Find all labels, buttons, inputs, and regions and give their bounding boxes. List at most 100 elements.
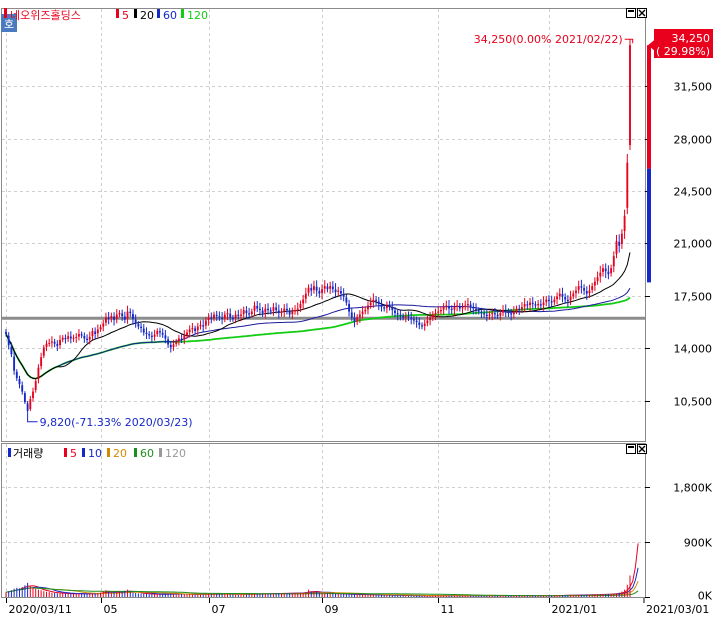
candle-body (196, 326, 199, 331)
candle-body (253, 305, 256, 311)
candle-body (510, 313, 513, 315)
candle-body (364, 310, 367, 312)
candle-body (296, 308, 299, 310)
last-price-tag: 34,250 ( 29.98%) (648, 29, 713, 58)
volume-axis: 0K 900K 1,800K (645, 482, 713, 603)
candle-body (145, 332, 148, 334)
ma60-legend: 60 (163, 9, 177, 22)
candle-body (142, 328, 145, 333)
ma60-swatch (157, 9, 160, 18)
candle-body (221, 317, 224, 320)
candle-body (48, 342, 51, 344)
range-strip-up (647, 45, 651, 169)
candle-body (521, 307, 523, 310)
candle-body (13, 356, 16, 371)
candle-body (485, 314, 488, 317)
volume-legend-swatch (8, 448, 11, 457)
candle-body (10, 346, 13, 355)
candle-body (140, 326, 143, 329)
candle-body (234, 314, 237, 319)
candle-body (558, 293, 561, 297)
ma120-swatch (181, 9, 184, 18)
candle-body (5, 331, 7, 334)
candle-body (475, 308, 477, 311)
last-price-change: ( 29.98%) (656, 45, 710, 58)
chart-canvas[interactable]: 10,500 14,000 17,500 21,000 24,500 28,000 31,5… (0, 0, 715, 621)
candle-body (169, 344, 172, 348)
candle-body (188, 329, 191, 333)
volume-panel-close-button[interactable] (637, 444, 647, 454)
candle-body (334, 289, 337, 293)
candle-body (304, 293, 307, 299)
candle-body (132, 313, 134, 320)
candle-body (59, 339, 61, 346)
candle-body (431, 314, 434, 318)
candle-body (321, 289, 323, 293)
candle-body (110, 316, 113, 319)
candle-body (610, 268, 613, 274)
candle-body (593, 281, 596, 286)
candle-body (453, 307, 456, 310)
candle-body (121, 313, 124, 317)
candle-body (61, 337, 64, 340)
candle-body (566, 299, 569, 302)
candle-body (77, 334, 80, 337)
candle-body (26, 403, 29, 411)
candle-body (466, 304, 469, 306)
candle-body (123, 316, 126, 320)
candle-body (242, 310, 245, 314)
candle-body (615, 241, 618, 254)
candle-body (534, 304, 537, 306)
ma20-swatch (134, 9, 137, 18)
ma60-line (5, 287, 631, 380)
candle-body (399, 314, 402, 317)
candle-body (245, 310, 248, 314)
candle-body (577, 286, 580, 290)
vol-ma20-swatch (107, 448, 110, 457)
candle-body (280, 311, 283, 313)
candle-body (445, 305, 448, 307)
candle-body (99, 327, 102, 330)
candle-body (383, 307, 386, 309)
vol-ma5-legend: 5 (70, 447, 77, 460)
date-tick-label: 09 (325, 603, 339, 616)
candle-body (86, 338, 88, 340)
price-tick-label: 24,500 (674, 186, 713, 199)
price-tick-label: 31,500 (674, 81, 713, 94)
candle-body (313, 286, 315, 290)
candle-body (337, 290, 340, 292)
ma120-legend: 120 (187, 9, 208, 22)
candle-body (288, 310, 291, 315)
candle-body (277, 310, 280, 314)
volume-tick-label: 900K (684, 537, 713, 550)
candle-body (396, 313, 399, 315)
vol-ma120-swatch (159, 448, 162, 457)
candle-body (302, 299, 305, 304)
ma5-swatch (116, 9, 119, 18)
candle-body (369, 302, 372, 306)
candle-body (437, 311, 440, 313)
candle-body (18, 379, 21, 385)
vol-ma10-legend: 10 (88, 447, 102, 460)
candle-body (40, 357, 43, 367)
vol-ma10-swatch (82, 448, 85, 457)
candle-body (407, 316, 410, 318)
ma20-legend: 20 (140, 9, 154, 22)
candle-body (623, 215, 626, 232)
price-tick-label: 14,000 (674, 343, 713, 356)
candle-body (507, 311, 510, 314)
candle-body (477, 310, 480, 312)
price-tick-label: 28,000 (674, 134, 713, 147)
candle-body (499, 313, 502, 316)
price-panel-close-button[interactable] (637, 8, 647, 18)
candle-body (385, 305, 388, 309)
candle-body (480, 311, 483, 314)
vol-ma5-swatch (64, 448, 67, 457)
vol-ma60-legend: 60 (140, 447, 154, 460)
price-panel-maximize-button[interactable] (626, 8, 636, 18)
candle-body (175, 341, 178, 345)
candle-body (164, 335, 167, 339)
volume-panel-maximize-button[interactable] (626, 444, 636, 454)
candle-body (469, 304, 472, 308)
candle-body (550, 301, 553, 303)
